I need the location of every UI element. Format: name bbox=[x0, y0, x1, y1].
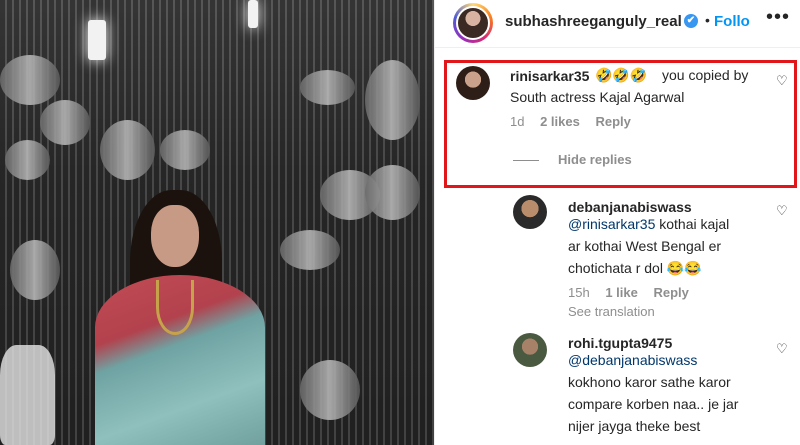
separator-dot: • bbox=[705, 12, 710, 28]
reply-avatar[interactable] bbox=[513, 195, 547, 229]
like-heart-icon[interactable]: ♡ bbox=[776, 203, 788, 219]
steel-pot bbox=[40, 100, 90, 145]
reply-button[interactable]: Reply bbox=[653, 285, 688, 300]
post-photo[interactable] bbox=[0, 0, 434, 445]
steel-pot bbox=[300, 360, 360, 420]
reply-text-line2: ar kothai West Bengal er bbox=[568, 238, 722, 254]
reply-mention[interactable]: @debanjanabiswass bbox=[568, 352, 697, 368]
reply-text: @debanjanabiswass bbox=[568, 349, 697, 371]
person-face bbox=[151, 205, 199, 267]
author-username[interactable]: subhashreeganguly_real bbox=[505, 13, 682, 30]
ceiling-light bbox=[248, 0, 258, 28]
like-heart-icon[interactable]: ♡ bbox=[776, 341, 788, 357]
highlight-box bbox=[444, 60, 797, 188]
reply-text-line2: kokhono karor sathe karor bbox=[568, 374, 731, 390]
necklace bbox=[156, 280, 194, 335]
see-translation-button[interactable]: See translation bbox=[568, 304, 655, 319]
reply-likes[interactable]: 1 like bbox=[605, 285, 638, 300]
reply-avatar[interactable] bbox=[513, 333, 547, 367]
post-header: subhashreeganguly_real ✔ • Follo ••• bbox=[435, 0, 800, 48]
steel-pot bbox=[365, 165, 420, 220]
reply-meta: 15h 1 like Reply bbox=[568, 285, 701, 300]
follow-button[interactable]: Follo bbox=[714, 13, 750, 30]
steel-pot bbox=[5, 140, 50, 180]
reply-mention[interactable]: @rinisarkar35 bbox=[568, 216, 655, 232]
steel-pot bbox=[160, 130, 210, 170]
reply-text-line3: chotichata r dol 😂😂 bbox=[568, 260, 702, 276]
reply-text-line4: nijer jayga theke best bbox=[568, 418, 701, 434]
steel-pot bbox=[10, 240, 60, 300]
steel-pot bbox=[365, 60, 420, 140]
reply-time: 15h bbox=[568, 285, 590, 300]
verified-badge-icon: ✔ bbox=[684, 14, 698, 28]
steel-pot bbox=[300, 70, 355, 105]
author-avatar[interactable] bbox=[453, 3, 493, 43]
steel-pot bbox=[0, 55, 60, 105]
reply-text: @rinisarkar35 kothai kajal bbox=[568, 216, 730, 232]
more-options-icon[interactable]: ••• bbox=[766, 6, 790, 29]
reply-text-line3: compare korben naa.. je jar bbox=[568, 396, 739, 412]
steel-pot bbox=[280, 230, 340, 270]
ceiling-light bbox=[88, 20, 106, 60]
plastic-bag bbox=[0, 345, 55, 445]
steel-pot bbox=[100, 120, 155, 180]
